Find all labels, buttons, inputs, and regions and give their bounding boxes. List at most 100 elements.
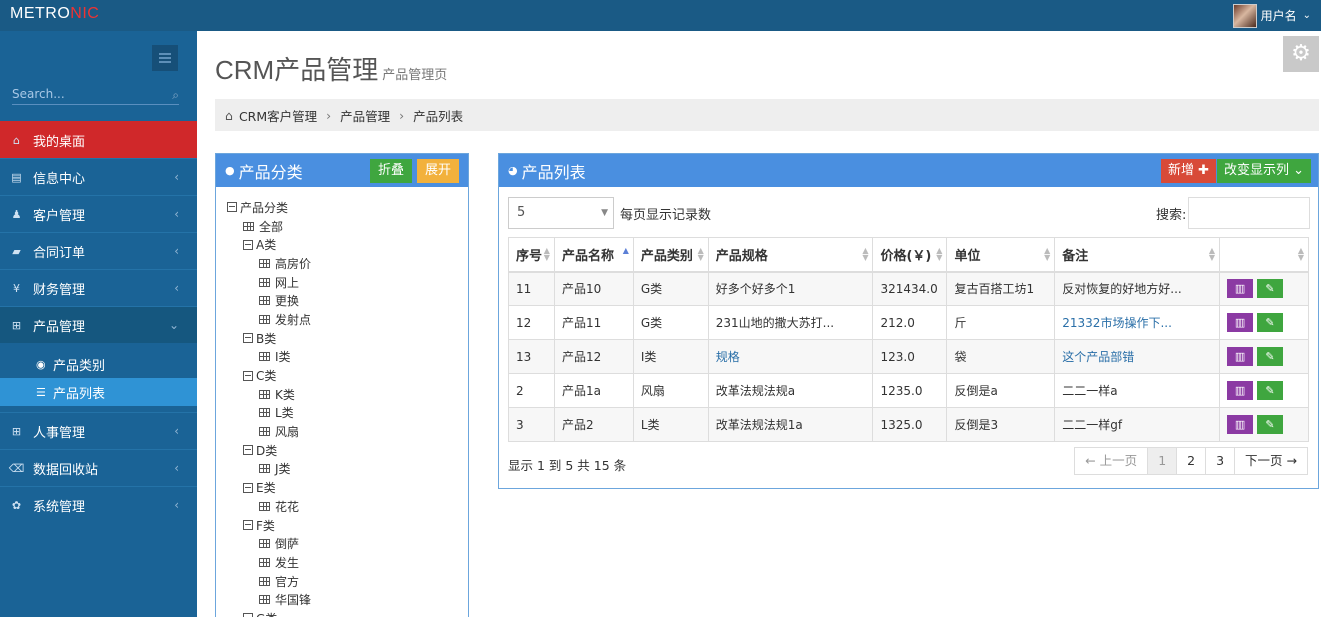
tree-node[interactable]: 倒萨 <box>227 534 311 553</box>
collapse-toggle-icon[interactable] <box>243 333 253 344</box>
tree-node[interactable]: 风扇 <box>227 422 311 441</box>
delete-icon[interactable]: ▥ <box>1227 279 1254 299</box>
chevron-left-icon: ‹ <box>174 498 179 512</box>
table-search-input[interactable] <box>1188 197 1310 229</box>
tree-node[interactable]: A类 <box>227 235 311 254</box>
page-button[interactable]: 3 <box>1205 447 1236 475</box>
collapse-toggle-icon[interactable] <box>243 370 253 381</box>
sidebar-item-hr[interactable]: ⊞ 人事管理 ‹ <box>0 412 197 449</box>
tree-node-label: G类 <box>256 610 277 617</box>
collapse-toggle-icon[interactable] <box>243 613 253 617</box>
delete-icon[interactable]: ▥ <box>1227 415 1254 434</box>
list-icon: ☰ <box>36 385 46 399</box>
tree-node[interactable]: 更换 <box>227 291 311 310</box>
row-actions: ▥ ✎ <box>1219 407 1309 442</box>
expand-button[interactable]: 展开 <box>417 159 460 183</box>
collapse-toggle-icon[interactable] <box>243 445 253 456</box>
collapse-toggle-icon[interactable] <box>243 239 253 250</box>
sidebar-subitem-product-list[interactable]: ☰ 产品列表 <box>0 378 197 406</box>
tree-node[interactable]: 花花 <box>227 497 311 516</box>
sort-icon: ▲ ▼ <box>936 246 943 262</box>
column-header[interactable]: 序号 ▲ ▼ <box>508 237 555 273</box>
column-header[interactable]: 产品规格 ▲ ▼ <box>707 237 874 273</box>
next-page-button[interactable]: 下一页 → <box>1234 447 1308 475</box>
page-subtitle: 产品管理页 <box>382 67 448 82</box>
edit-icon[interactable]: ✎ <box>1257 313 1284 332</box>
tree-node-label: K类 <box>275 387 295 402</box>
column-header[interactable]: 备注 ▲ ▼ <box>1054 237 1221 273</box>
sidebar-item-finance[interactable]: ¥ 财务管理 ‹ <box>0 269 197 306</box>
logo[interactable]: METRONIC <box>10 5 99 23</box>
sidebar-item-desktop[interactable]: ⌂ 我的桌面 <box>0 121 197 158</box>
column-header[interactable]: 产品类别 ▲ ▼ <box>632 237 709 273</box>
tree-node[interactable]: 发生 <box>227 553 311 572</box>
sort-icon: ▲ ▼ <box>1297 246 1304 262</box>
tree-node[interactable]: G类 <box>227 609 311 617</box>
sort-icon: ▲ ▼ <box>862 246 869 262</box>
table-cell: 11 <box>508 271 555 306</box>
tree-node-label: 发生 <box>275 555 300 570</box>
tree-node[interactable]: 产品分类 <box>227 198 311 217</box>
tree-node[interactable]: K类 <box>227 385 311 404</box>
tree-node[interactable]: C类 <box>227 366 311 385</box>
column-header[interactable]: ▲ ▼ <box>1219 237 1309 273</box>
user-menu[interactable]: 用户名 ⌄ <box>1232 0 1321 31</box>
tree-node-label: 高房价 <box>275 256 312 271</box>
sidebar-item-info-center[interactable]: ▤ 信息中心 ‹ <box>0 158 197 195</box>
tree-node[interactable]: F类 <box>227 516 311 535</box>
delete-icon[interactable]: ▥ <box>1227 381 1254 400</box>
tree-node[interactable]: 全部 <box>227 217 311 236</box>
search-input[interactable] <box>12 87 160 101</box>
column-header[interactable]: 单位 ▲ ▼ <box>946 237 1056 273</box>
collapse-toggle-icon[interactable] <box>227 202 237 213</box>
collapse-toggle-icon[interactable] <box>243 520 253 531</box>
delete-icon[interactable]: ▥ <box>1227 347 1254 366</box>
tree-node-label: 倒萨 <box>275 537 300 552</box>
tree-node[interactable]: E类 <box>227 478 311 497</box>
tree-node[interactable]: D类 <box>227 441 311 460</box>
sidebar-item-contracts[interactable]: ▰ 合同订单 ‹ <box>0 232 197 269</box>
column-header[interactable]: 产品名称 ▲ <box>553 237 634 273</box>
breadcrumb-item[interactable]: 产品管理 <box>340 106 390 125</box>
tree-node[interactable]: 高房价 <box>227 254 311 273</box>
collapse-toggle-icon[interactable] <box>243 482 253 493</box>
sidebar-item-customer[interactable]: ♟ 客户管理 ‹ <box>0 195 197 232</box>
sidebar-toggle-button[interactable] <box>152 45 178 71</box>
sidebar-item-products[interactable]: ⊞ 产品管理 ⌄ <box>0 306 197 343</box>
edit-icon[interactable]: ✎ <box>1257 279 1284 299</box>
add-product-button[interactable]: 新增 ✚ <box>1161 159 1217 183</box>
table-cell: 改革法规法规a <box>707 373 874 408</box>
breadcrumb-item[interactable]: CRM客户管理 <box>239 106 317 125</box>
table-cell[interactable]: 规格 <box>707 339 874 374</box>
sidebar-item-system[interactable]: ✿ 系统管理 ‹ <box>0 486 197 523</box>
category-tree: 产品分类 全部 A类高房价网上 更换 发射点 B类 I类 C类 K类 L类 风扇 D类 J类 E类 花花 F类… <box>227 198 311 617</box>
search-icon[interactable]: ⌕ <box>172 88 179 103</box>
page-button[interactable]: 2 <box>1176 447 1207 475</box>
tree-node[interactable]: B类 <box>227 329 311 348</box>
page-size-select[interactable]: 5 ▼ <box>508 197 614 229</box>
tree-node[interactable]: L类 <box>227 404 311 423</box>
table-cell[interactable]: 这个产品部错 <box>1054 339 1221 374</box>
change-columns-button[interactable]: 改变显示列 ⌄ <box>1217 159 1312 183</box>
settings-gear-icon[interactable]: ⚙ <box>1283 36 1319 72</box>
table-row: 13 产品12 I类 规格 123.0 袋这个产品部错 ▥ ✎ <box>508 339 1309 374</box>
product-table: 序号 ▲ ▼ 产品名称 ▲ 产品类别 ▲ ▼ 产品规格 ▲ ▼ 价格(￥) ▲ ▼ 单位 ▲ ▼ 备注 ▲ ▼ ▲ ▼ … <box>508 237 1309 442</box>
tree-node[interactable]: 华国锋 <box>227 590 311 609</box>
tree-node[interactable]: J类 <box>227 460 311 479</box>
edit-icon[interactable]: ✎ <box>1257 381 1284 400</box>
tree-node[interactable]: 发射点 <box>227 310 311 329</box>
tree-node[interactable]: 官方 <box>227 572 311 591</box>
sidebar-item-recycle[interactable]: ⌫ 数据回收站 ‹ <box>0 449 197 486</box>
edit-icon[interactable]: ✎ <box>1257 347 1284 366</box>
sidebar-subitem-product-category[interactable]: ◉ 产品类别 <box>0 350 197 378</box>
table-cell[interactable]: 21332市场操作下... <box>1054 305 1221 340</box>
grid-icon <box>259 352 270 362</box>
tree-node[interactable]: 网上 <box>227 273 311 292</box>
edit-icon[interactable]: ✎ <box>1257 415 1284 434</box>
tree-node-label: 网上 <box>275 275 300 290</box>
column-header[interactable]: 价格(￥) ▲ ▼ <box>872 237 948 273</box>
tree-node[interactable]: I类 <box>227 348 311 367</box>
row-actions: ▥ ✎ <box>1219 339 1309 374</box>
delete-icon[interactable]: ▥ <box>1227 313 1254 332</box>
collapse-button[interactable]: 折叠 <box>370 159 413 183</box>
